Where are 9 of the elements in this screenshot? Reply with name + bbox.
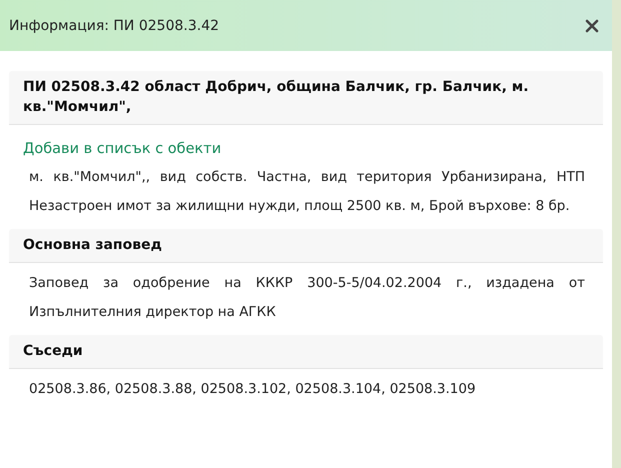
- close-button[interactable]: [584, 18, 600, 34]
- section-text: Заповед за одобрение на КККР 300-5-5/04.02.2004 г., издадена от Изпълнителния директор на АГКК: [28, 274, 586, 322]
- section-heading: Съседи: [9, 335, 603, 369]
- section-heading: Основна заповед: [9, 229, 603, 263]
- section-text: 02508.3.86, 02508.3.88, 02508.3.102, 02508.3.104, 02508.3.109: [28, 380, 477, 399]
- add-to-list-link[interactable]: Добави в списък с обекти: [23, 141, 222, 157]
- window-title: Информация: ПИ 02508.3.42: [9, 18, 220, 34]
- parcel-description: м. кв."Момчил",, вид собств. Частна, вид територия Урбанизирана, НТП Незастроен имот за жилищни нужди, площ 2500 кв. м, Брой върхове: 8 бр.: [28, 168, 586, 216]
- parcel-heading: ПИ 02508.3.42 област Добрич, община Балчик, гр. Балчик, м. кв."Момчил",: [9, 71, 603, 125]
